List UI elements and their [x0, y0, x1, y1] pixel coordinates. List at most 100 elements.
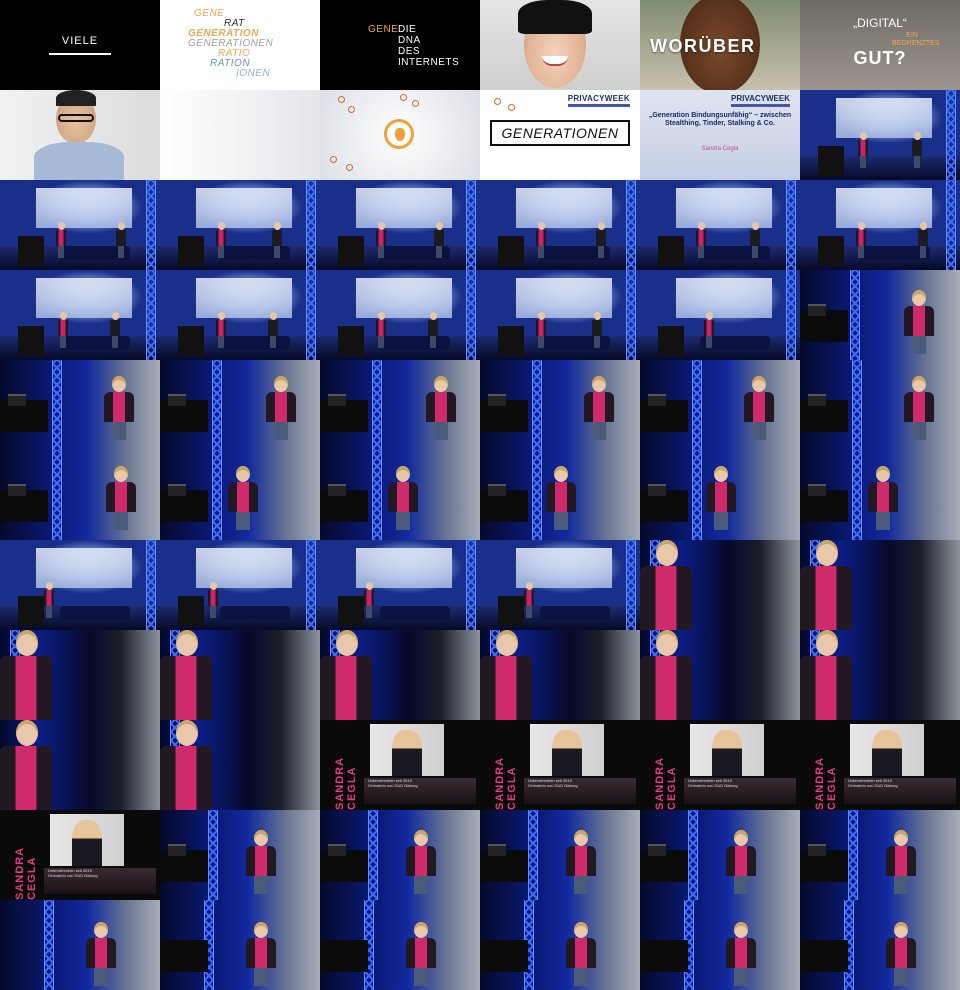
thumbnail-stage-portrait[interactable]: [480, 630, 640, 720]
lectern: [178, 236, 204, 266]
thumbnail-stage-close[interactable]: [640, 360, 800, 450]
thumbnail-stage-portrait[interactable]: [160, 630, 320, 720]
thumbnail-speaker-card[interactable]: SANDRA CEGLA Unternehmerin seit 2019 Grün…: [640, 720, 800, 810]
truss: [372, 450, 382, 540]
hair-image: [56, 90, 96, 106]
thumbnail-word-cascade[interactable]: GENE RAT GENERATION GENERATIONEN RATIO R…: [160, 0, 320, 90]
thumbnail-man-portrait[interactable]: [0, 90, 160, 180]
desk: [480, 940, 528, 972]
speaker-figure: [406, 830, 436, 894]
thumbnail-stage-close[interactable]: [0, 900, 160, 990]
thumbnail-stage-wide[interactable]: [640, 270, 800, 360]
truss: [368, 810, 378, 900]
thumbnail-viele[interactable]: VIELE: [0, 0, 160, 90]
speaker-figure: [536, 312, 546, 348]
line-dna: DNA: [398, 35, 421, 46]
thumbnail-stage-portrait[interactable]: [640, 540, 800, 630]
thumbnail-stage-close[interactable]: [640, 450, 800, 540]
thumbnail-stage-close[interactable]: [160, 450, 320, 540]
thumbnail-blank-slide[interactable]: [160, 90, 320, 180]
speaker-figure: [364, 582, 374, 618]
speaker-figure: [904, 290, 934, 354]
network-node-icon: [330, 156, 337, 163]
lectern: [498, 596, 524, 626]
lectern: [178, 326, 204, 356]
thumbnail-stage-portrait[interactable]: [800, 540, 960, 630]
thumbnail-stage-close[interactable]: [800, 810, 960, 900]
thumbnail-stage-close[interactable]: [160, 900, 320, 990]
lectern: [18, 236, 44, 266]
thumbnail-stage-close[interactable]: [320, 900, 480, 990]
thumbnail-talk-title[interactable]: PRIVACYWEEK „Generation Bindungsunfähig“…: [640, 90, 800, 180]
thumbnail-speaker-card[interactable]: SANDRA CEGLA Unternehmerin seit 2019 Grün…: [800, 720, 960, 810]
speaker-caption: Unternehmerin seit 2019 Gründerin von DUD…: [364, 778, 476, 804]
lectern: [498, 326, 524, 356]
thumbnail-stage-close[interactable]: [160, 810, 320, 900]
laptop-icon: [808, 844, 826, 856]
truss: [532, 450, 542, 540]
thumbnail-stage-close[interactable]: [800, 450, 960, 540]
thumbnail-stage-close[interactable]: [0, 360, 160, 450]
thumbnail-stage-close[interactable]: [0, 450, 160, 540]
thumbnail-stage-wide[interactable]: [0, 540, 160, 630]
thumbnail-speaker-card[interactable]: SANDRA CEGLA Unternehmerin seit 2019 Grün…: [320, 720, 480, 810]
thumbnail-generationen[interactable]: PRIVACYWEEK GENERATIONEN: [480, 90, 640, 180]
speaker-figure: [160, 720, 212, 810]
thumbnail-stage-wide[interactable]: [160, 180, 320, 270]
thumbnail-stage-wide[interactable]: [480, 180, 640, 270]
speaker-figure: [160, 630, 212, 720]
speaker-figure: [376, 312, 386, 348]
couch: [60, 606, 130, 620]
thumbnail-stage-close[interactable]: [800, 900, 960, 990]
thumbnail-logo-slide[interactable]: [320, 90, 480, 180]
thumbnail-stage-wide[interactable]: [480, 540, 640, 630]
thumbnail-stage-close[interactable]: [160, 360, 320, 450]
thumbnail-speaker-card[interactable]: SANDRA CEGLA Unternehmerin seit 2019 Grün…: [480, 720, 640, 810]
laptop-icon: [168, 844, 186, 856]
moderator-figure: [434, 222, 444, 258]
brand-label: PRIVACYWEEK: [568, 94, 630, 107]
thumbnail-stage-close[interactable]: [800, 360, 960, 450]
couch: [380, 336, 450, 350]
thumbnail-stage-wide[interactable]: [320, 270, 480, 360]
thumbnail-stage-wide[interactable]: [0, 270, 160, 360]
thumbnail-stage-wide[interactable]: [800, 90, 960, 180]
thumbnail-stage-wide[interactable]: [800, 180, 960, 270]
thumbnail-stage-close[interactable]: [480, 360, 640, 450]
thumbnail-stage-wide[interactable]: [320, 540, 480, 630]
line-die: DIE: [398, 24, 417, 35]
thumbnail-stage-wide[interactable]: [320, 180, 480, 270]
thumbnail-stage-portrait[interactable]: [320, 630, 480, 720]
truss: [626, 270, 636, 360]
truss: [212, 450, 222, 540]
thumbnail-stage-portrait[interactable]: [800, 630, 960, 720]
thumbnail-stage-close[interactable]: [320, 450, 480, 540]
thumbnail-stage-close[interactable]: [640, 900, 800, 990]
thumbnail-stage-wide[interactable]: [160, 540, 320, 630]
thumbnail-stage-wide[interactable]: [480, 270, 640, 360]
word-ionen: IONEN: [236, 68, 271, 79]
thumbnail-woman-portrait[interactable]: [480, 0, 640, 90]
thumbnail-stage-portrait[interactable]: [0, 720, 160, 810]
truss: [850, 270, 860, 360]
thumbnail-stage-close[interactable]: [480, 810, 640, 900]
thumbnail-dna[interactable]: GENE DIE DNA DES INTERNETS: [320, 0, 480, 90]
thumbnail-stage-close[interactable]: [320, 360, 480, 450]
thumbnail-stage-wide[interactable]: [0, 180, 160, 270]
truss: [306, 540, 316, 630]
thumbnail-stage-wide[interactable]: [640, 180, 800, 270]
thumbnail-stage-portrait[interactable]: [640, 630, 800, 720]
thumbnail-stage-close[interactable]: [800, 270, 960, 360]
thumbnail-stage-close[interactable]: [480, 900, 640, 990]
thumbnail-stage-close[interactable]: [640, 810, 800, 900]
thumbnail-stage-portrait[interactable]: [160, 720, 320, 810]
thumbnail-stage-portrait[interactable]: [0, 630, 160, 720]
thumbnail-speaker-card[interactable]: SANDRA CEGLA Unternehmerin seit 2019 Grün…: [0, 810, 160, 900]
thumbnail-digital[interactable]: „DIGITAL“ EIN BEGRENZTES GUT?: [800, 0, 960, 90]
thumbnail-worueber[interactable]: WORÜBER: [640, 0, 800, 90]
laptop-icon: [488, 844, 506, 856]
thumbnail-stage-close[interactable]: [320, 810, 480, 900]
thumbnail-stage-wide[interactable]: [160, 270, 320, 360]
thumbnail-stage-close[interactable]: [480, 450, 640, 540]
speaker-figure: [856, 222, 866, 258]
